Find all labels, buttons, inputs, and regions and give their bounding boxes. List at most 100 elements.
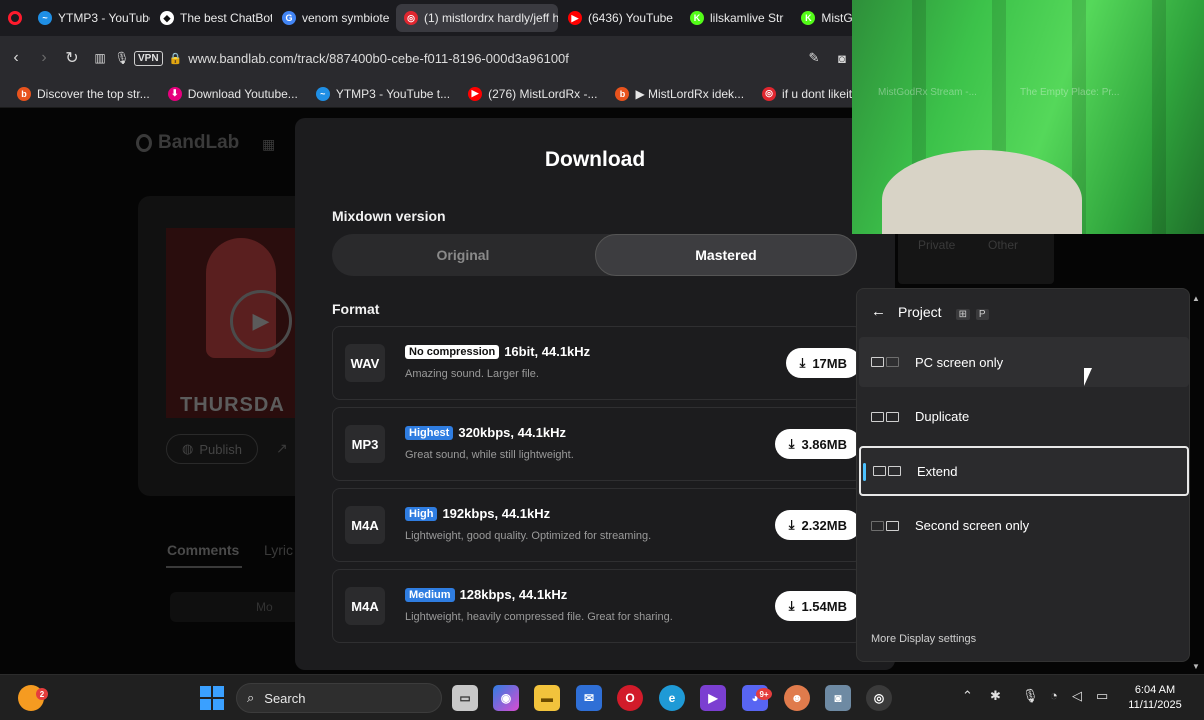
apps-grid-icon[interactable]: ▦ bbox=[262, 136, 275, 153]
download-button[interactable]: ⤓ 1.54MB bbox=[774, 591, 861, 621]
opera-logo-icon[interactable] bbox=[0, 0, 30, 36]
p-key: P bbox=[975, 308, 989, 320]
tab-title: venom symbiote bbox=[302, 11, 390, 25]
format-option-m4a[interactable]: M4A High 192kbps, 44.1kHz Lightweight, good… bbox=[332, 488, 862, 562]
browser-tab[interactable]: Gvenom symbiote bbox=[274, 4, 394, 32]
microphone-icon[interactable]: 🎙 bbox=[114, 44, 130, 72]
url-field[interactable]: www.bandlab.com/track/887400b0-cebe-f011… bbox=[188, 51, 569, 66]
vpn-badge[interactable]: VPN bbox=[134, 50, 163, 66]
mixdown-option-original[interactable]: Original bbox=[332, 234, 594, 276]
bookmark-label: Download Youtube... bbox=[187, 86, 298, 101]
back-button[interactable]: ‹ bbox=[2, 44, 30, 72]
bookmark-item[interactable]: b ▶ MistLordRx idek... bbox=[606, 86, 753, 101]
bookmark-label: YTMP3 - YouTube t... bbox=[335, 86, 451, 101]
bookmark-item[interactable]: ~ YTMP3 - YouTube t... bbox=[307, 86, 459, 101]
tab-title: The best ChatBot bbox=[180, 11, 272, 25]
download-button[interactable]: ⤓ 2.32MB bbox=[774, 510, 861, 540]
camera-app-icon[interactable]: ◙ bbox=[825, 685, 851, 711]
weather-widget-icon[interactable]: 2 bbox=[18, 685, 48, 711]
system-clock[interactable]: 6:04 AM 11/11/2025 bbox=[1120, 683, 1190, 713]
app-icon[interactable]: ☻ bbox=[784, 685, 810, 711]
windows-logo-tile bbox=[200, 686, 211, 697]
bookmark-item[interactable]: b Discover the top str... bbox=[8, 86, 159, 101]
privacy-option-other[interactable]: Other bbox=[988, 238, 1018, 252]
comment-input[interactable]: Mo bbox=[170, 592, 300, 622]
format-option-wav[interactable]: WAV No compression 16bit, 44.1kHz Amazing s… bbox=[332, 326, 862, 400]
windows-key-icon: ⊞ bbox=[955, 308, 970, 320]
play-button[interactable]: ▶ bbox=[230, 290, 292, 352]
quality-badge: No compression bbox=[405, 344, 500, 359]
search-placeholder: Search bbox=[264, 690, 306, 706]
file-explorer-icon[interactable]: ▬ bbox=[534, 685, 560, 711]
reload-button[interactable]: ↻ bbox=[58, 44, 86, 72]
discord-icon[interactable]: ◕ 9+ bbox=[742, 685, 772, 711]
bookmark-label: Discover the top str... bbox=[37, 86, 150, 101]
clipchamp-icon[interactable]: ▶ bbox=[700, 685, 726, 711]
browser-tab[interactable]: ▶ (6436) YouTube bbox=[560, 4, 680, 32]
browser-tab[interactable]: Klilskamlive Str bbox=[682, 4, 791, 32]
project-option-pc-screen-only[interactable]: PC screen only bbox=[859, 337, 1189, 387]
browser-tab[interactable]: ~ YTMP3 - YouTube bbox=[30, 4, 150, 32]
file-size: 3.86MB bbox=[801, 436, 847, 452]
monitor-glyph bbox=[886, 411, 899, 422]
bookmark-item[interactable]: ▶ (276) MistLordRx -... bbox=[459, 86, 606, 101]
format-description: Lightweight, good quality. Optimized for… bbox=[405, 530, 652, 542]
publish-button[interactable]: ◍ Publish bbox=[166, 434, 258, 464]
forward-button[interactable]: › bbox=[30, 44, 58, 72]
edge-icon[interactable]: e bbox=[659, 685, 685, 711]
wifi-icon[interactable]: ◔ bbox=[1050, 688, 1058, 703]
lock-icon[interactable]: 🔒 bbox=[169, 52, 183, 65]
windows-logo-tile bbox=[213, 699, 224, 710]
format-details: Highest 320kbps, 44.1kHz bbox=[405, 425, 566, 440]
more-display-settings-link[interactable]: More Display settings bbox=[871, 633, 976, 645]
windows-logo-tile bbox=[200, 699, 211, 710]
mixdown-option-mastered[interactable]: Mastered bbox=[595, 234, 857, 276]
quality-badge: High bbox=[405, 506, 438, 521]
cover-text: THURSDA bbox=[180, 394, 285, 416]
project-option-extend[interactable]: Extend bbox=[859, 446, 1189, 496]
share-icon[interactable]: ↗ bbox=[276, 440, 288, 457]
selected-indicator bbox=[863, 463, 866, 481]
obs-icon[interactable]: ◎ bbox=[866, 685, 892, 711]
format-type-label: M4A bbox=[345, 587, 385, 625]
scroll-down-arrow-icon[interactable]: ▼ bbox=[1192, 662, 1200, 671]
bluetooth-icon[interactable]: ✱ bbox=[990, 688, 1001, 704]
taskbar-search-box[interactable]: ⌕ Search bbox=[236, 683, 442, 713]
start-button[interactable] bbox=[200, 686, 224, 710]
project-option-second-screen-only[interactable]: Second screen only bbox=[859, 501, 1189, 551]
microphone-tray-icon[interactable]: 🎙 bbox=[1022, 688, 1039, 704]
browser-tab[interactable]: ◆ The best ChatBot bbox=[152, 4, 272, 32]
tab-lyrics[interactable]: Lyric bbox=[264, 542, 293, 558]
comment-placeholder: Mo bbox=[256, 600, 273, 614]
outlook-icon[interactable]: ✉ bbox=[576, 685, 602, 711]
download-button[interactable]: ⤓ 3.86MB bbox=[774, 429, 861, 459]
project-title: Project bbox=[898, 303, 942, 320]
show-hidden-icons[interactable]: ⌃ bbox=[962, 688, 973, 704]
monitor-glyph bbox=[871, 520, 884, 531]
back-arrow-icon[interactable]: ← bbox=[871, 303, 886, 320]
bandlab-logo[interactable]: BandLab bbox=[136, 132, 239, 154]
copilot-icon[interactable]: ◉ bbox=[493, 685, 519, 711]
tab-title: YTMP3 - YouTube bbox=[58, 11, 150, 25]
tab-favicon-icon: G bbox=[282, 11, 296, 25]
mouse-cursor-icon bbox=[1084, 368, 1092, 386]
tab-comments[interactable]: Comments bbox=[167, 542, 239, 558]
opera-taskbar-icon[interactable]: O bbox=[617, 685, 643, 711]
browser-tab[interactable]: ◎ (1) mistlordrx hardly/jeff h bbox=[396, 4, 558, 32]
scroll-up-arrow-icon[interactable]: ▲ bbox=[1192, 294, 1200, 303]
easy-setup-icon[interactable]: ▥ bbox=[86, 44, 114, 72]
battery-icon[interactable]: ▭ bbox=[1096, 688, 1108, 704]
volume-icon[interactable]: ◁ bbox=[1072, 688, 1082, 704]
bookmark-item[interactable]: ⬇ Download Youtube... bbox=[159, 86, 307, 101]
publish-label: Publish bbox=[199, 441, 242, 457]
tab-title: (6436) YouTube bbox=[588, 11, 673, 25]
format-option-mp3[interactable]: MP3 Highest 320kbps, 44.1kHz Great sound, w… bbox=[332, 407, 862, 481]
privacy-option-private[interactable]: Private bbox=[918, 238, 955, 252]
monitor-glyph bbox=[886, 357, 899, 367]
edit-icon[interactable]: ✎ bbox=[800, 44, 828, 72]
format-option-m4a[interactable]: M4A Medium 128kbps, 44.1kHz Lightweight, he… bbox=[332, 569, 862, 643]
project-option-duplicate[interactable]: Duplicate bbox=[859, 392, 1189, 442]
task-view-icon[interactable]: ▭ bbox=[452, 685, 478, 711]
download-button[interactable]: ⤓ 17MB bbox=[785, 348, 861, 378]
search-icon: ⌕ bbox=[247, 690, 255, 705]
